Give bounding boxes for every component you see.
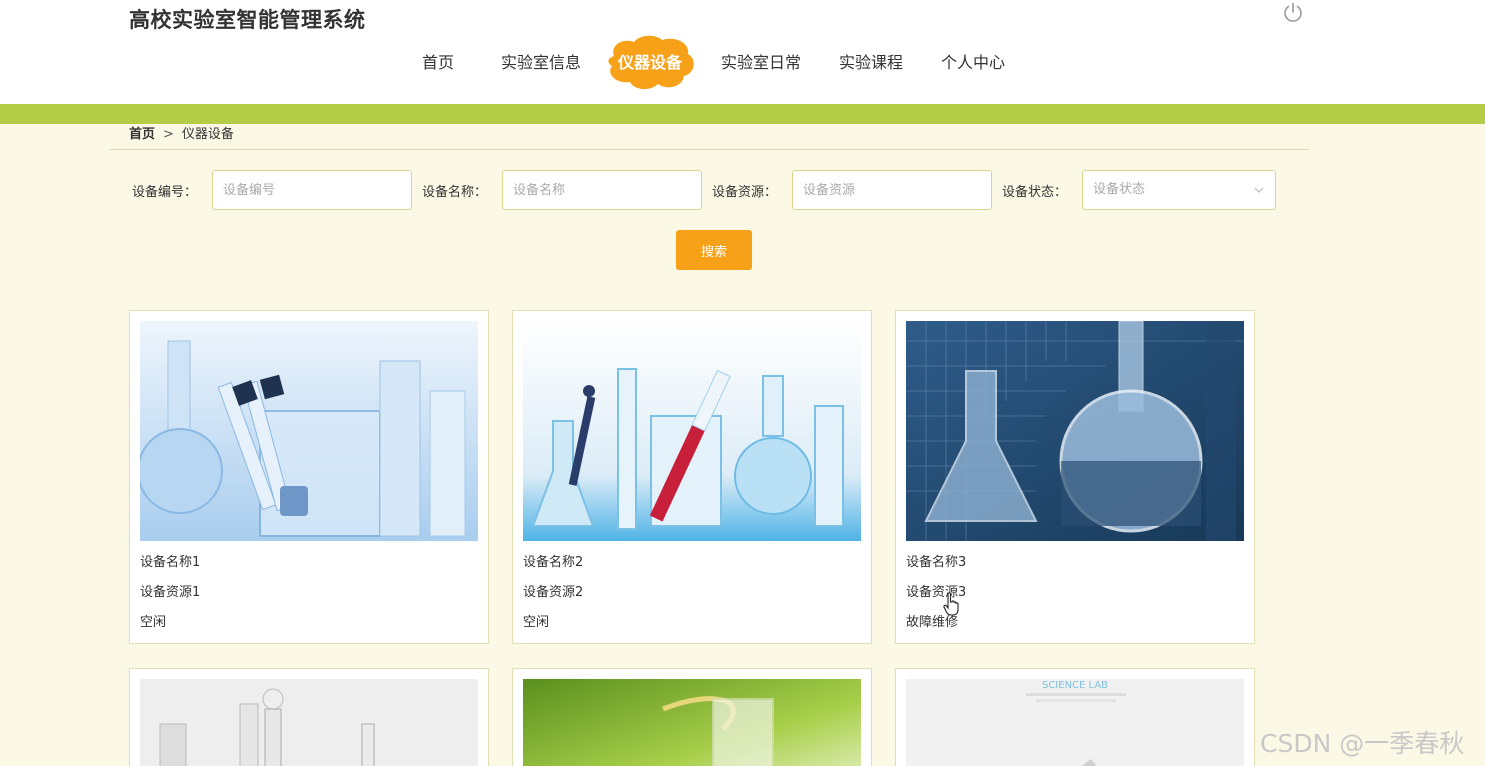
header: 高校实验室智能管理系统 首页 实验室信息 仪器设备 实验室日常 实验课程 个人中… [0,0,1485,104]
main-nav: 首页 实验室信息 仪器设备 实验室日常 实验课程 个人中心 [0,35,1485,90]
device-name: 设备名称2 [523,555,584,570]
nav-item-lab-info[interactable]: 实验室信息 [501,40,581,86]
device-image [523,679,861,766]
hand-cursor-icon [943,592,959,616]
device-image [140,321,478,541]
breadcrumb-divider [109,149,1309,150]
device-image [906,321,1244,541]
device-card[interactable] [129,668,489,766]
device-resource-label: 设备资源： [712,185,778,200]
device-status: 空闲 [523,615,550,630]
device-status-placeholder: 设备状态 [1093,182,1146,197]
device-name: 设备名称3 [906,555,967,570]
nav-item-personal-center[interactable]: 个人中心 [941,40,1005,86]
device-name: 设备名称1 [140,555,201,570]
device-resource: 设备资源2 [523,585,584,600]
device-no-input[interactable] [212,170,412,210]
device-name-input[interactable] [502,170,702,210]
device-image [140,679,478,766]
header-band [0,104,1485,124]
device-no-label: 设备编号： [132,185,198,200]
search-button[interactable]: 搜索 [676,230,752,270]
device-image: SCIENCE LAB [906,679,1244,766]
nav-item-lab-courses[interactable]: 实验课程 [839,40,903,86]
breadcrumb-current: 仪器设备 [181,127,234,142]
device-resource-input[interactable] [792,170,992,210]
nav-item-home[interactable]: 首页 [422,40,454,86]
device-image [523,321,861,541]
device-name-label: 设备名称： [422,185,488,200]
device-card[interactable]: SCIENCE LAB [895,668,1255,766]
breadcrumb-separator: > [163,127,174,142]
device-status-select[interactable]: 设备状态 [1082,170,1276,210]
site-title: 高校实验室智能管理系统 [129,8,366,32]
device-card[interactable] [512,668,872,766]
device-card[interactable]: 设备名称1 设备资源1 空闲 [129,310,489,644]
card-image-caption: SCIENCE LAB [1042,680,1108,691]
breadcrumb: 首页 > 仪器设备 [129,123,234,142]
watermark: CSDN @一季春秋 [1260,729,1465,758]
nav-item-lab-daily[interactable]: 实验室日常 [721,40,801,86]
device-resource: 设备资源1 [140,585,201,600]
chevron-down-icon [1254,187,1264,193]
device-status-label: 设备状态： [1002,185,1068,200]
device-card[interactable]: 设备名称2 设备资源2 空闲 [512,310,872,644]
power-icon[interactable] [1281,1,1305,25]
breadcrumb-home[interactable]: 首页 [129,127,155,142]
nav-item-equipment[interactable]: 仪器设备 [608,35,694,90]
device-status: 空闲 [140,615,167,630]
